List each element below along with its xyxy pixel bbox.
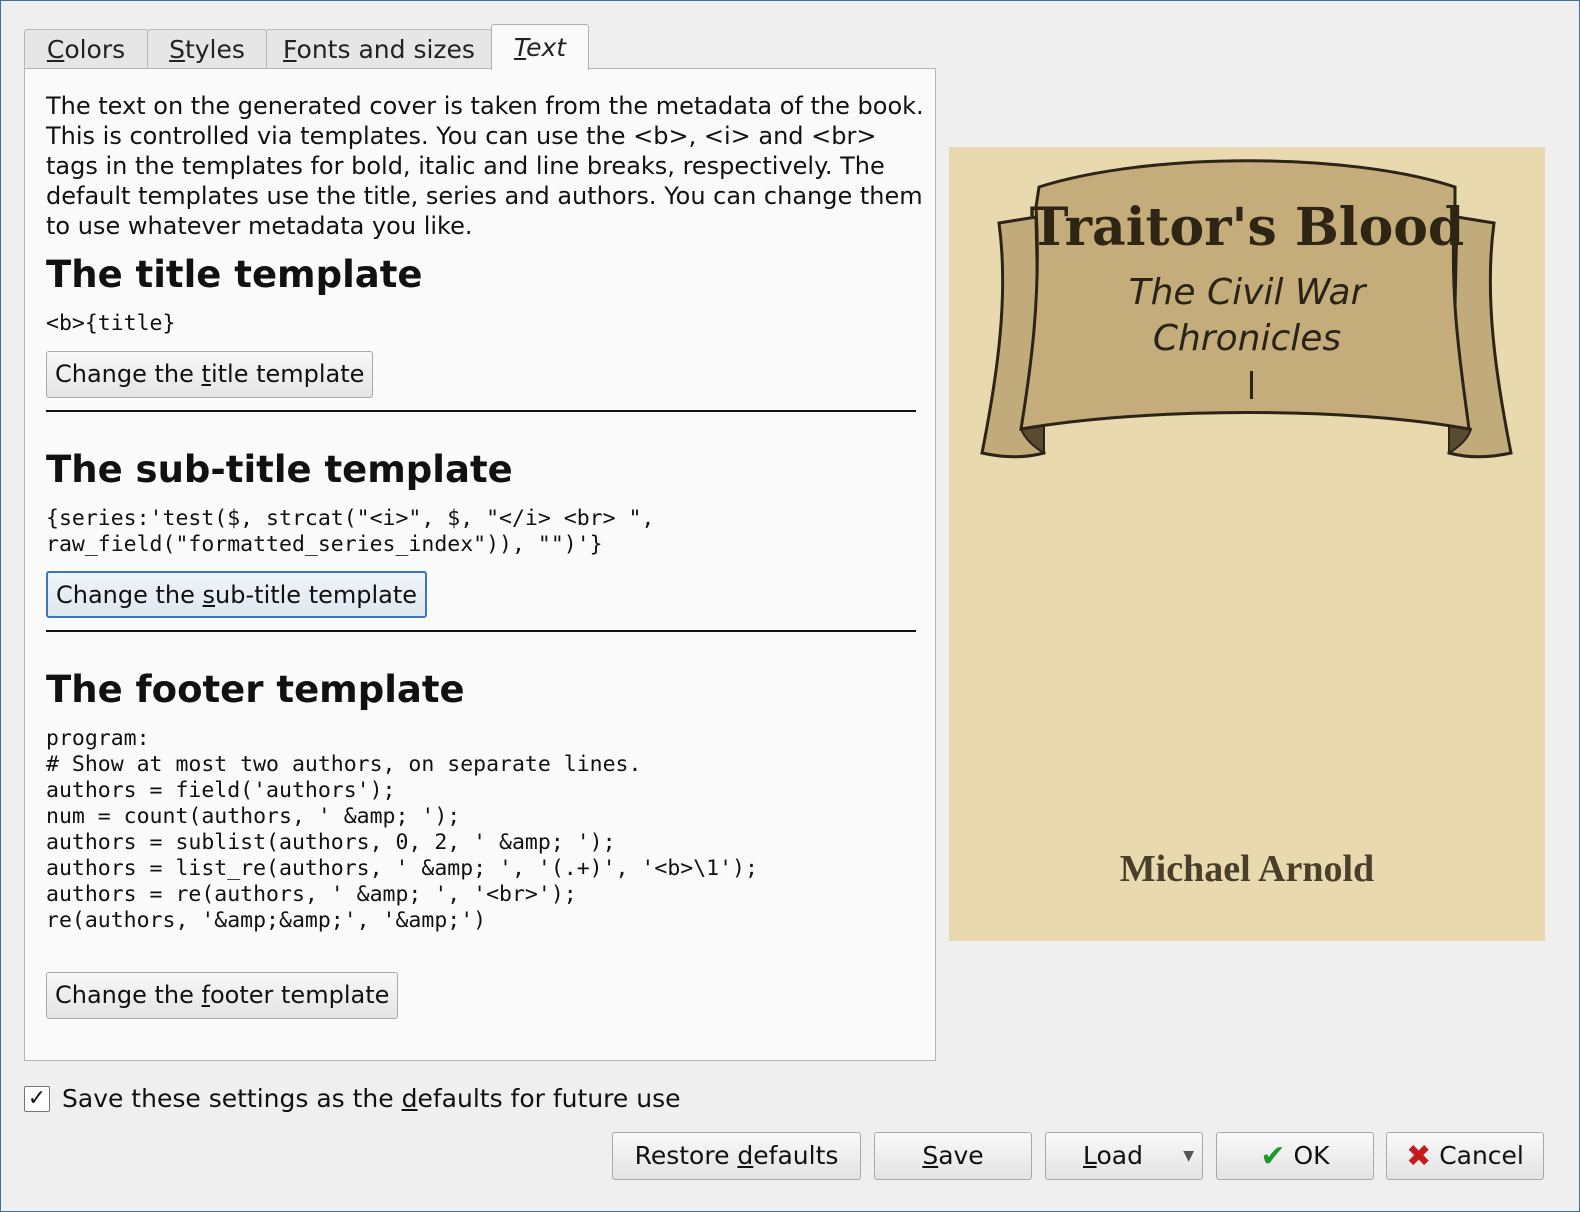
save-defaults-checkbox[interactable]: ✓: [24, 1086, 50, 1112]
chevron-down-icon[interactable]: ▼: [1183, 1133, 1194, 1179]
footer-template-heading: The footer template: [46, 668, 465, 711]
cover-author: Michael Arnold: [1119, 848, 1375, 890]
ok-button[interactable]: ✔ OK: [1216, 1132, 1374, 1180]
cover-preview: Traitor's Blood The Civil War Chronicles…: [949, 147, 1545, 941]
change-subtitle-template-button[interactable]: Change the sub-title template: [46, 571, 428, 618]
separator: [46, 410, 916, 412]
cover-title: Traitor's Blood: [1029, 197, 1465, 258]
text-settings-panel: The text on the generated cover is taken…: [24, 68, 936, 1061]
change-title-template-button[interactable]: Change the title template: [46, 351, 374, 398]
tab-colors[interactable]: Colors: [24, 29, 148, 71]
cover-series-index-mark: [1250, 371, 1253, 399]
save-defaults-label: Save these settings as the defaults for …: [62, 1084, 681, 1113]
footer-template-value: program: # Show at most two authors, on …: [46, 726, 758, 933]
banner-scroll-icon: [980, 159, 1513, 459]
separator: [46, 630, 916, 632]
title-template-heading: The title template: [46, 253, 423, 296]
tab-text[interactable]: Text: [491, 24, 589, 70]
title-template-value: <b>{title}: [46, 311, 176, 336]
subtitle-template-value: {series:'test($, strcat("<i>", $, "</i> …: [46, 506, 655, 557]
cover-subtitle: The Civil War Chronicles: [1128, 272, 1366, 359]
subtitle-template-heading: The sub-title template: [46, 448, 513, 491]
restore-defaults-button[interactable]: Restore defaults: [612, 1132, 861, 1180]
tab-styles[interactable]: Styles: [147, 29, 267, 71]
x-icon: ✖: [1406, 1139, 1432, 1174]
load-button[interactable]: Load ▼: [1045, 1132, 1203, 1180]
tab-fonts-and-sizes[interactable]: Fonts and sizes: [266, 29, 492, 71]
intro-text: The text on the generated cover is taken…: [46, 92, 924, 240]
save-button[interactable]: Save: [874, 1132, 1032, 1180]
check-icon: ✔: [1260, 1139, 1286, 1174]
change-footer-template-button[interactable]: Change the footer template: [46, 972, 399, 1019]
cancel-button[interactable]: ✖ Cancel: [1386, 1132, 1544, 1180]
